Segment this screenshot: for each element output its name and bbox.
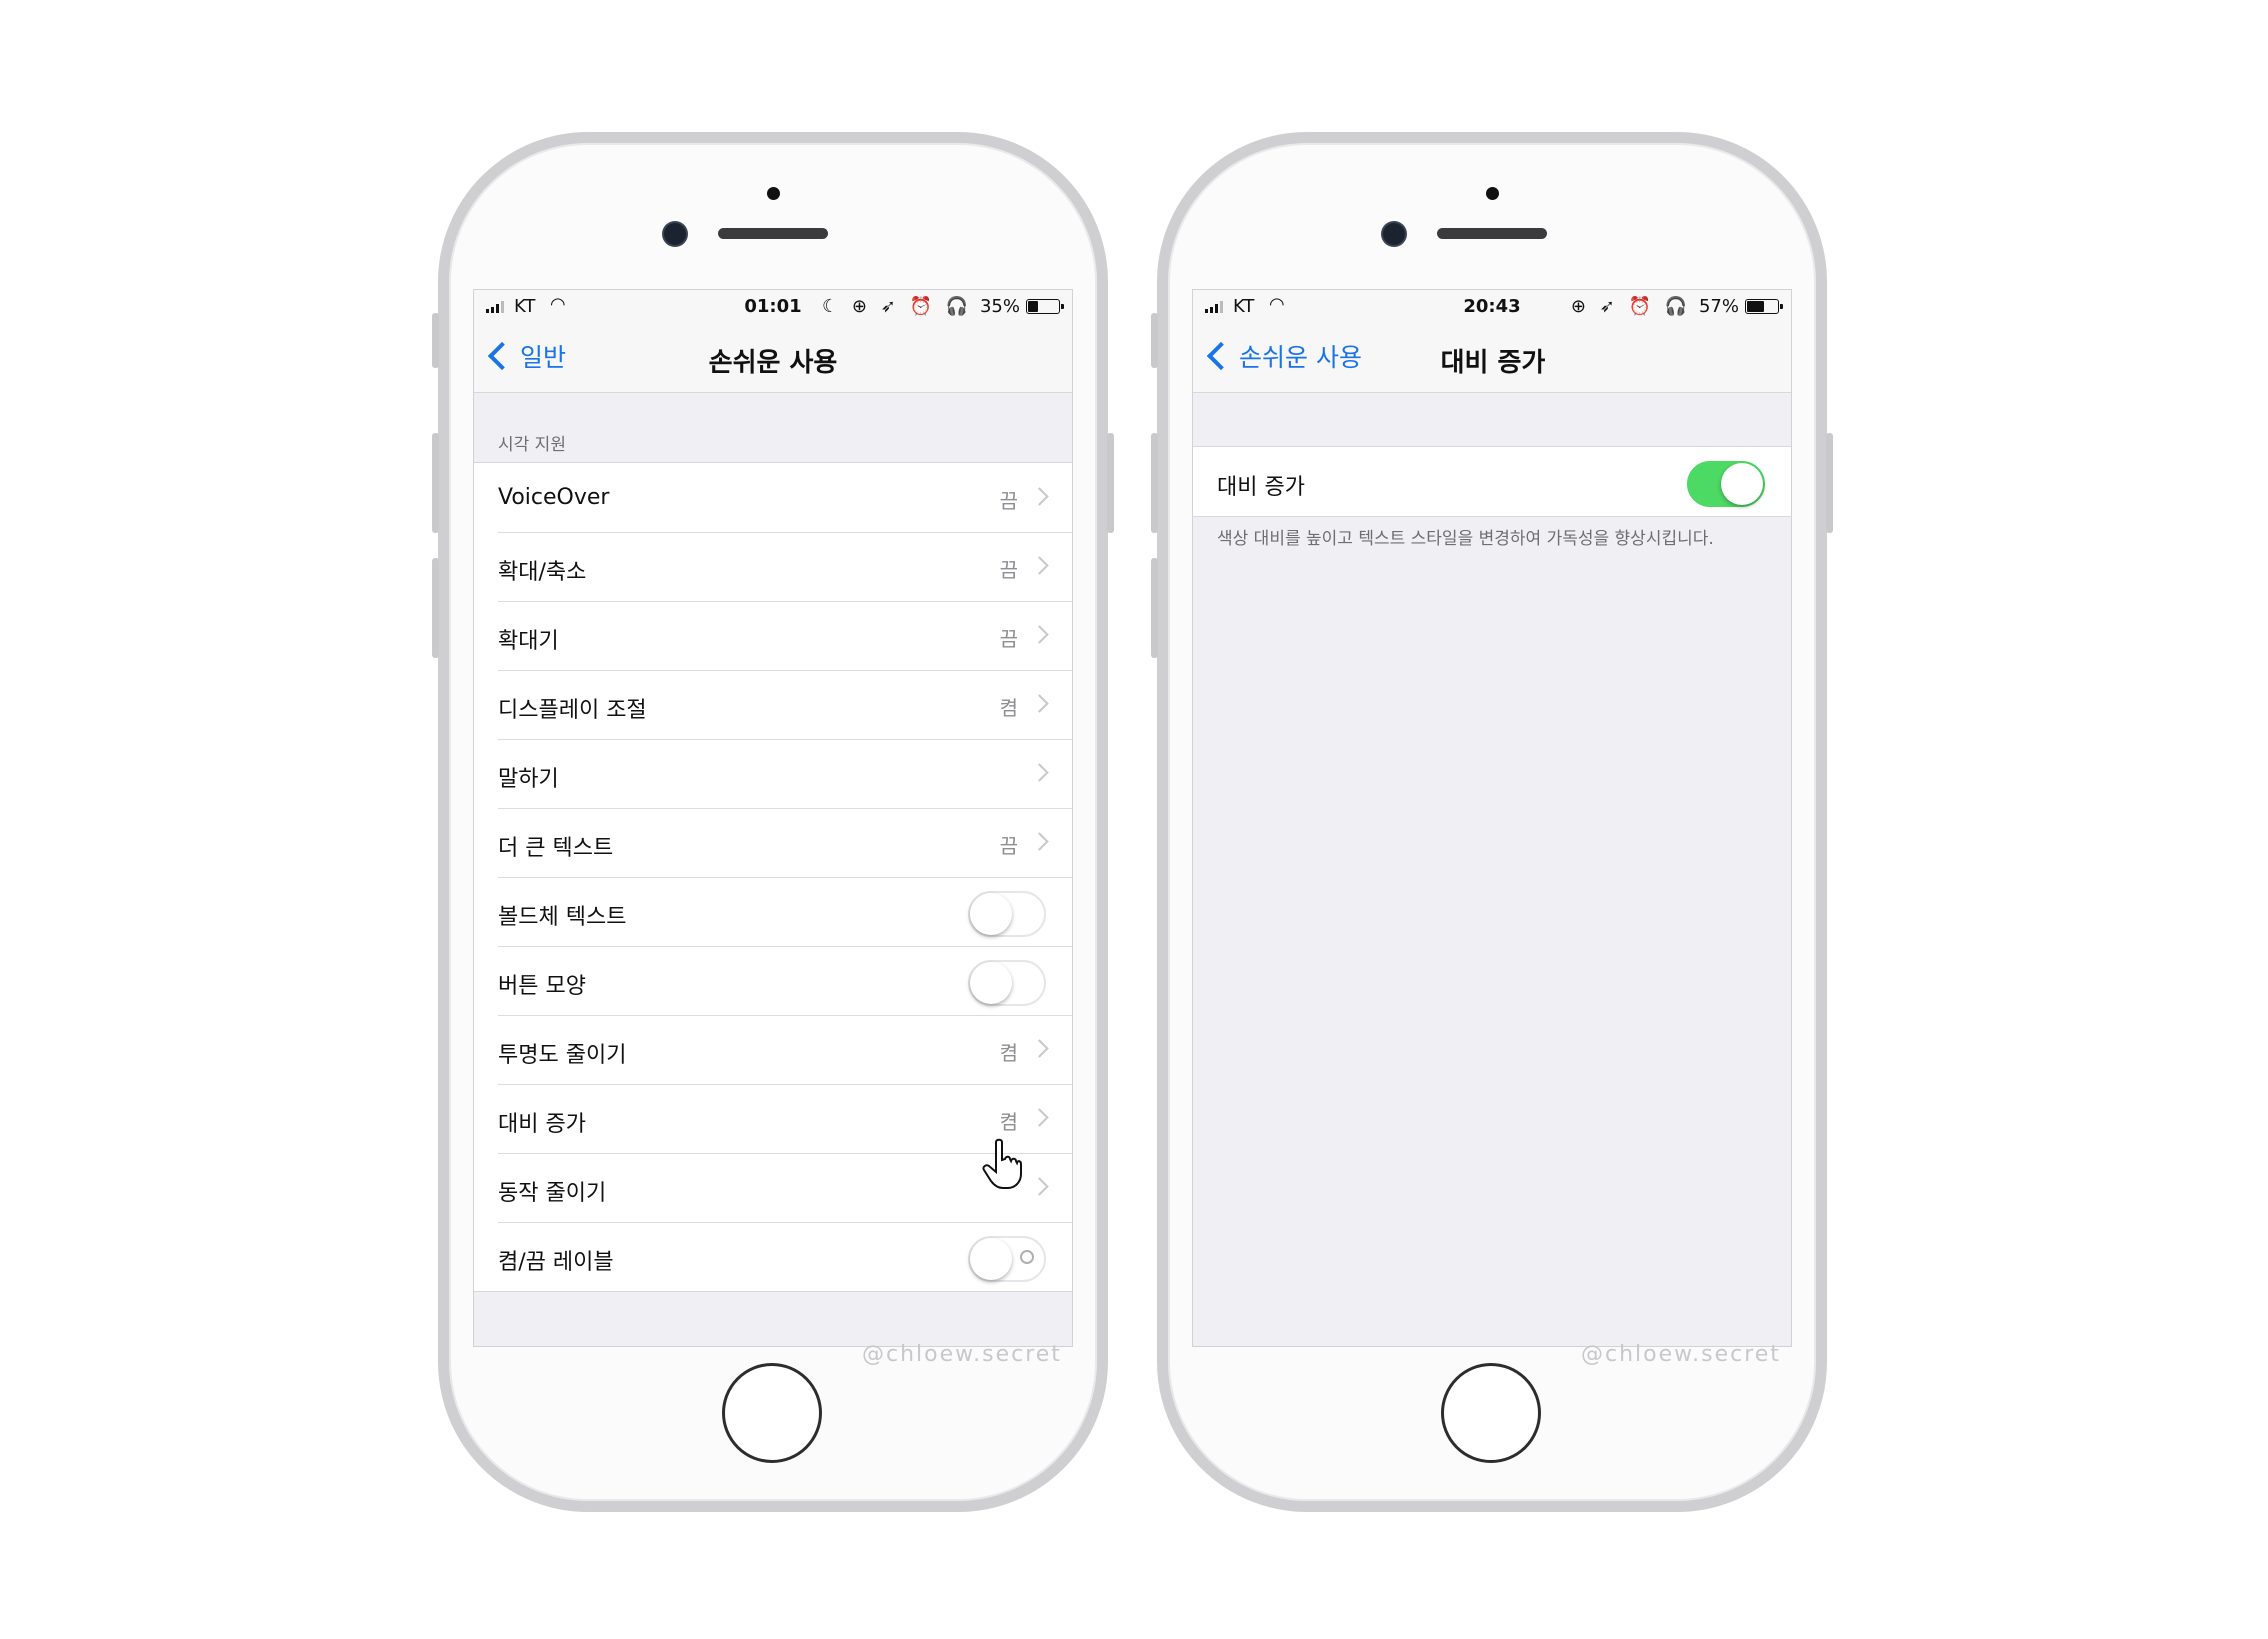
row-button-shapes: 버튼 모양 xyxy=(474,946,1072,1015)
page-title: 대비 증가 xyxy=(1440,348,1546,378)
toggle-knob xyxy=(970,962,1012,1004)
volume-up-button xyxy=(432,433,439,533)
navigation-bar: 일반 손쉬운 사용 xyxy=(474,322,1072,393)
page-title: 손쉬운 사용 xyxy=(708,348,838,378)
chevron-left-icon xyxy=(1206,341,1236,371)
proximity-sensor xyxy=(767,187,780,200)
chevron-right-icon xyxy=(1030,625,1049,644)
row-voiceover[interactable]: VoiceOver 끔 xyxy=(474,463,1072,532)
row-value: 끔 xyxy=(999,627,1018,651)
power-button xyxy=(1826,433,1833,533)
battery-percent: 35% xyxy=(979,296,1020,317)
volume-up-button xyxy=(1151,433,1158,533)
section-header: 시각 지원 xyxy=(498,435,566,455)
chevron-right-icon xyxy=(1030,487,1049,506)
on-off-labels-toggle[interactable] xyxy=(968,1236,1046,1282)
row-label: 확대기 xyxy=(498,629,559,654)
row-zoom[interactable]: 확대/축소 끔 xyxy=(474,532,1072,601)
earpiece-speaker xyxy=(718,228,828,239)
row-value: 끔 xyxy=(999,489,1018,513)
row-label: 켬/끔 레이블 xyxy=(498,1250,614,1275)
row-label: 말하기 xyxy=(498,767,559,792)
proximity-sensor xyxy=(1486,187,1499,200)
bold-text-toggle[interactable] xyxy=(968,891,1046,937)
row-bold-text: 볼드체 텍스트 xyxy=(474,877,1072,946)
row-value: 끔 xyxy=(999,558,1018,582)
row-label: 볼드체 텍스트 xyxy=(498,905,627,930)
button-shapes-toggle[interactable] xyxy=(968,960,1046,1006)
volume-down-button xyxy=(1151,558,1158,658)
iphone-left: KT ◠ 01:01 ☾ ⊕ ➶ ⏰ 🎧 35% 일반 손쉬운 사용 시각 지원… xyxy=(432,132,1114,1512)
chevron-right-icon xyxy=(1030,763,1049,782)
increase-contrast-toggle[interactable] xyxy=(1687,461,1765,507)
chevron-right-icon xyxy=(1030,1039,1049,1058)
navigation-bar: 손쉬운 사용 대비 증가 xyxy=(1193,322,1791,393)
home-button[interactable] xyxy=(722,1363,822,1463)
chevron-right-icon xyxy=(1030,556,1049,575)
row-label: 동작 줄이기 xyxy=(498,1181,607,1206)
earpiece-speaker xyxy=(1437,228,1547,239)
battery-icon xyxy=(1745,299,1783,314)
volume-down-button xyxy=(432,558,439,658)
watermark: @chloew.secret xyxy=(1581,1342,1781,1367)
watermark: @chloew.secret xyxy=(862,1342,1062,1367)
off-label-icon xyxy=(1020,1250,1034,1264)
row-larger-text[interactable]: 더 큰 텍스트 끔 xyxy=(474,808,1072,877)
power-button xyxy=(1107,433,1114,533)
settings-list: 대비 증가 xyxy=(1193,446,1791,517)
front-camera-icon xyxy=(664,223,686,245)
hand-pointer-icon xyxy=(982,1138,1022,1189)
footer-description: 색상 대비를 높이고 텍스트 스타일을 변경하여 가독성을 향상시킵니다. xyxy=(1217,529,1714,549)
iphone-right: KT ◠ 20:43 ⊕ ➶ ⏰ 🎧 57% 손쉬운 사용 대비 증가 대비 증… xyxy=(1151,132,1833,1512)
toggle-knob xyxy=(970,893,1012,935)
home-button[interactable] xyxy=(1441,1363,1541,1463)
row-value: 켬 xyxy=(999,1110,1018,1134)
battery-percent: 57% xyxy=(1698,296,1739,317)
status-icons: ⊕ ➶ ⏰ 🎧 xyxy=(1570,296,1691,317)
mute-switch xyxy=(432,313,439,368)
row-reduce-transparency[interactable]: 투명도 줄이기 켬 xyxy=(474,1015,1072,1084)
status-bar: KT ◠ 20:43 ⊕ ➶ ⏰ 🎧 57% xyxy=(1193,290,1791,322)
row-label: 투명도 줄이기 xyxy=(498,1043,627,1068)
row-display-accommodations[interactable]: 디스플레이 조절 켬 xyxy=(474,670,1072,739)
chevron-right-icon xyxy=(1030,1108,1049,1127)
row-label: 확대/축소 xyxy=(498,560,587,585)
row-value: 끔 xyxy=(999,834,1018,858)
row-label: 대비 증가 xyxy=(498,1112,586,1137)
toggle-knob xyxy=(970,1238,1012,1280)
chevron-right-icon xyxy=(1030,1177,1049,1196)
status-icons: ☾ ⊕ ➶ ⏰ 🎧 xyxy=(821,296,972,317)
chevron-right-icon xyxy=(1030,694,1049,713)
row-speech[interactable]: 말하기 xyxy=(474,739,1072,808)
row-increase-contrast: 대비 증가 xyxy=(1193,447,1791,516)
row-value: 켬 xyxy=(999,696,1018,720)
toggle-knob xyxy=(1721,463,1763,505)
chevron-right-icon xyxy=(1030,832,1049,851)
row-label: 대비 증가 xyxy=(1217,475,1305,500)
row-label: 버튼 모양 xyxy=(498,974,586,999)
battery-icon xyxy=(1026,299,1064,314)
mute-switch xyxy=(1151,313,1158,368)
row-label: VoiceOver xyxy=(498,485,610,510)
status-bar: KT ◠ 01:01 ☾ ⊕ ➶ ⏰ 🎧 35% xyxy=(474,290,1072,322)
row-magnifier[interactable]: 확대기 끔 xyxy=(474,601,1072,670)
row-on-off-labels: 켬/끔 레이블 xyxy=(474,1222,1072,1291)
screen: KT ◠ 20:43 ⊕ ➶ ⏰ 🎧 57% 손쉬운 사용 대비 증가 대비 증… xyxy=(1192,289,1792,1347)
front-camera-icon xyxy=(1383,223,1405,245)
row-label: 더 큰 텍스트 xyxy=(498,836,614,861)
row-value: 켬 xyxy=(999,1041,1018,1065)
row-label: 디스플레이 조절 xyxy=(498,698,647,723)
